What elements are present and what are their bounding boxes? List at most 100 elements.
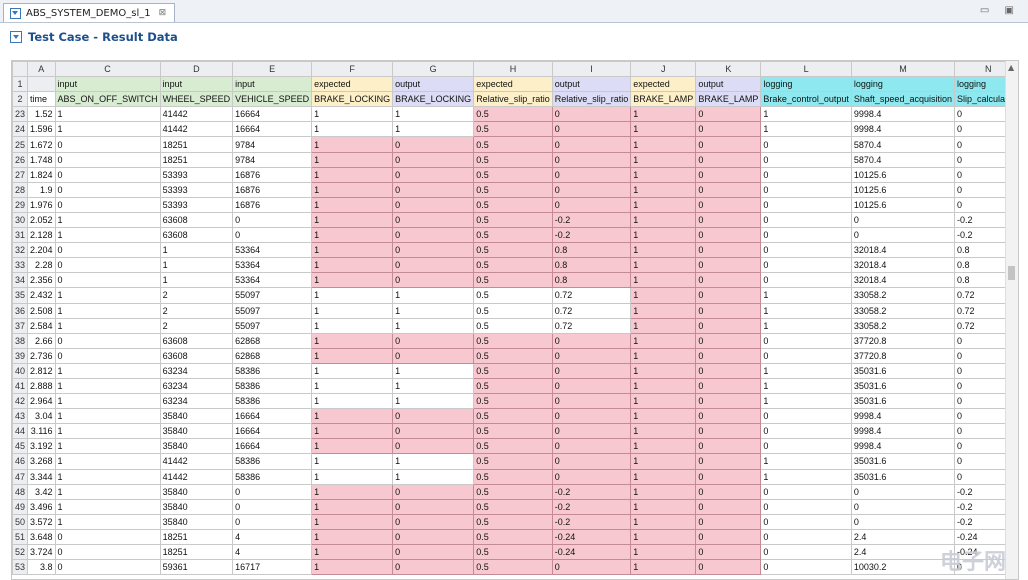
- data-cell[interactable]: 3.42: [27, 483, 56, 500]
- data-cell[interactable]: 1: [630, 272, 697, 289]
- signal-name-cell[interactable]: Relative_slip_ratio: [473, 91, 553, 108]
- data-cell[interactable]: 1: [392, 287, 475, 304]
- row-header[interactable]: 41: [12, 377, 29, 395]
- row-header[interactable]: 34: [12, 272, 29, 289]
- data-cell[interactable]: 0: [760, 423, 852, 440]
- data-cell[interactable]: 41442: [159, 106, 234, 123]
- data-cell[interactable]: 1: [630, 347, 697, 364]
- data-cell[interactable]: 0: [551, 362, 632, 379]
- data-cell[interactable]: 2.736: [27, 347, 56, 364]
- category-cell[interactable]: input: [232, 76, 313, 93]
- data-cell[interactable]: 0: [551, 121, 632, 138]
- data-cell[interactable]: 1: [311, 543, 394, 561]
- category-cell[interactable]: input: [159, 76, 234, 93]
- data-cell[interactable]: 2.356: [27, 272, 56, 289]
- data-cell[interactable]: 2.432: [27, 287, 56, 304]
- data-cell[interactable]: 0.8: [551, 272, 632, 289]
- data-cell[interactable]: 0: [54, 543, 161, 561]
- data-cell[interactable]: 0.8: [551, 257, 632, 274]
- data-cell[interactable]: 3.648: [27, 528, 56, 546]
- data-cell[interactable]: 2.28: [27, 257, 56, 274]
- data-cell[interactable]: 0: [850, 227, 955, 244]
- row-header[interactable]: 43: [12, 408, 29, 425]
- row-header[interactable]: 26: [12, 151, 29, 168]
- data-cell[interactable]: 0.5: [473, 453, 553, 470]
- data-cell[interactable]: 0: [54, 332, 161, 349]
- data-cell[interactable]: 0.5: [473, 393, 553, 410]
- data-cell[interactable]: -0.24: [551, 543, 632, 561]
- data-cell[interactable]: 18251: [159, 136, 234, 153]
- data-cell[interactable]: 0: [695, 317, 762, 334]
- data-cell[interactable]: 1: [311, 181, 394, 198]
- row-header[interactable]: 37: [12, 317, 29, 334]
- row-header[interactable]: 1: [12, 76, 29, 93]
- data-cell[interactable]: 1: [311, 423, 394, 440]
- data-cell[interactable]: 0.5: [473, 543, 553, 561]
- data-cell[interactable]: 1: [311, 121, 394, 138]
- data-cell[interactable]: 3.496: [27, 498, 56, 515]
- data-cell[interactable]: 1: [392, 468, 475, 485]
- row-header[interactable]: 33: [12, 257, 29, 274]
- corner-cell[interactable]: [12, 61, 29, 78]
- data-cell[interactable]: 0: [551, 151, 632, 168]
- data-cell[interactable]: 1: [760, 453, 852, 470]
- row-header[interactable]: 24: [12, 121, 29, 138]
- data-cell[interactable]: 0: [392, 347, 475, 364]
- data-cell[interactable]: 55097: [232, 287, 313, 304]
- data-cell[interactable]: 1: [630, 211, 697, 229]
- data-cell[interactable]: 1: [760, 121, 852, 138]
- data-cell[interactable]: 63234: [159, 377, 234, 395]
- data-cell[interactable]: 2.964: [27, 393, 56, 410]
- data-cell[interactable]: 0: [695, 106, 762, 123]
- data-cell[interactable]: -0.2: [551, 513, 632, 530]
- data-cell[interactable]: 58386: [232, 453, 313, 470]
- data-cell[interactable]: 0: [54, 242, 161, 259]
- data-cell[interactable]: 63608: [159, 211, 234, 229]
- data-cell[interactable]: 1: [630, 317, 697, 334]
- row-header[interactable]: 42: [12, 393, 29, 410]
- data-cell[interactable]: 1: [630, 362, 697, 379]
- data-cell[interactable]: 1: [630, 181, 697, 198]
- data-cell[interactable]: 0: [392, 438, 475, 455]
- data-cell[interactable]: 9784: [232, 136, 313, 153]
- signal-name-cell[interactable]: time: [27, 91, 56, 108]
- data-cell[interactable]: 0: [54, 181, 161, 198]
- data-cell[interactable]: 0: [760, 438, 852, 455]
- signal-name-cell[interactable]: WHEEL_SPEED: [159, 91, 234, 108]
- data-cell[interactable]: 35031.6: [850, 453, 955, 470]
- row-header[interactable]: 52: [12, 543, 29, 561]
- data-cell[interactable]: 0: [760, 196, 852, 213]
- data-cell[interactable]: 55097: [232, 302, 313, 319]
- data-cell[interactable]: 53393: [159, 181, 234, 198]
- data-cell[interactable]: 0: [695, 559, 762, 576]
- category-cell[interactable]: output: [551, 76, 632, 93]
- signal-name-cell[interactable]: Brake_control_output: [760, 91, 852, 108]
- row-header[interactable]: 40: [12, 362, 29, 379]
- data-cell[interactable]: 2.888: [27, 377, 56, 395]
- data-cell[interactable]: 1: [311, 317, 394, 334]
- data-cell[interactable]: 0.5: [473, 302, 553, 319]
- data-cell[interactable]: 1: [311, 136, 394, 153]
- data-cell[interactable]: 0: [695, 227, 762, 244]
- data-cell[interactable]: 1: [392, 393, 475, 410]
- row-header[interactable]: 2: [12, 91, 29, 108]
- data-cell[interactable]: 35031.6: [850, 362, 955, 379]
- data-cell[interactable]: 0.5: [473, 498, 553, 515]
- data-cell[interactable]: 53393: [159, 166, 234, 183]
- data-cell[interactable]: 1: [630, 106, 697, 123]
- data-cell[interactable]: 0: [850, 513, 955, 530]
- data-cell[interactable]: 9998.4: [850, 408, 955, 425]
- data-cell[interactable]: 41442: [159, 468, 234, 485]
- data-cell[interactable]: 0: [232, 483, 313, 500]
- data-cell[interactable]: 16664: [232, 106, 313, 123]
- data-cell[interactable]: 0: [695, 408, 762, 425]
- row-header[interactable]: 46: [12, 453, 29, 470]
- data-cell[interactable]: 1: [630, 227, 697, 244]
- data-cell[interactable]: 0: [760, 513, 852, 530]
- data-cell[interactable]: 0: [695, 453, 762, 470]
- data-cell[interactable]: 1: [311, 453, 394, 470]
- data-cell[interactable]: 0: [551, 408, 632, 425]
- data-cell[interactable]: 1: [54, 121, 161, 138]
- data-cell[interactable]: 63608: [159, 227, 234, 244]
- data-cell[interactable]: 0: [551, 166, 632, 183]
